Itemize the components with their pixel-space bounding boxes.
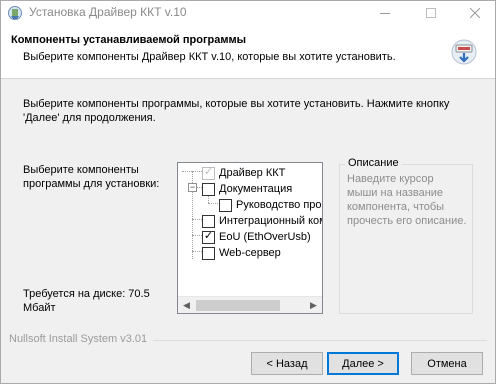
tree-item-label: Руководство програ [236,199,322,211]
close-icon [470,8,480,18]
minimize-icon [380,12,390,14]
page-subtitle: Выберите компоненты Драйвер ККТ v.10, ко… [23,51,396,63]
description-group-title: Описание [345,157,402,169]
header-banner: Компоненты устанавливаемой программы Выб… [1,25,495,79]
nsis-branding-text: Nullsoft Install System v3.01 [9,333,148,345]
tree-item-documentation[interactable]: Документация [202,181,292,197]
installer-app-icon [8,6,22,20]
tree-item-label: Web-сервер [219,247,281,259]
select-components-label: Выберите компоненты программы для устано… [23,164,160,190]
tree-collapse-toggle[interactable]: − [188,183,197,192]
checkbox-checked[interactable]: ✓ [202,230,215,244]
disk-space-label: Требуется на диске: 70.5 Мбайт [23,288,150,314]
checkmark-icon: ✓ [203,230,214,242]
checkbox-unchecked[interactable] [202,246,215,260]
tree-connector [192,251,202,252]
tree-item-webserver[interactable]: Web-сервер [202,245,281,261]
footer-divider [153,340,487,341]
tree-item-driver[interactable]: ✓ Драйвер ККТ [202,165,285,181]
horizontal-scrollbar[interactable]: ◀ ▶ [178,296,322,313]
back-button[interactable]: < Назад [251,352,323,375]
tree-item-eou[interactable]: ✓ EoU (EthOverUsb) [202,229,311,245]
close-button[interactable] [457,1,493,25]
tree-connector [192,235,202,236]
maximize-icon [426,8,436,18]
component-description-text: Наведите курсор мыши на название компоне… [347,173,467,227]
next-button[interactable]: Далее > [327,352,399,375]
scroll-left-arrow-icon[interactable]: ◀ [178,297,195,313]
tree-item-integration[interactable]: Интеграционный комп [202,213,323,229]
instructions-text: Выберите компоненты программы, которые в… [23,98,450,124]
scroll-right-arrow-icon[interactable]: ▶ [305,297,322,313]
tree-connector [182,171,192,172]
tree-item-label: Интеграционный комп [219,215,323,227]
tree-item-label: Документация [219,183,293,195]
checkbox-unchecked[interactable] [219,198,232,212]
tree-item-label: Драйвер ККТ [219,167,286,179]
tree-item-label: EoU (EthOverUsb) [219,231,311,243]
tree-connector [208,203,218,204]
title-bar: Установка Драйвер ККТ v.10 [1,1,495,25]
page-title: Компоненты устанавливаемой программы [11,34,247,46]
checkbox-unchecked[interactable] [202,214,215,228]
maximize-button[interactable] [413,1,449,25]
tree-connector [192,219,202,220]
checkbox-unchecked[interactable] [202,182,215,196]
installer-window: Установка Драйвер ККТ v.10 Компоненты ус… [0,0,496,384]
cancel-button[interactable]: Отмена [411,352,483,375]
checkmark-icon: ✓ [203,166,214,178]
minimize-button[interactable] [367,1,403,25]
tree-item-manual[interactable]: Руководство програ [219,197,322,213]
components-tree[interactable]: − ✓ Драйвер ККТ Документация Руководство… [177,162,323,314]
installer-package-icon [451,39,477,65]
window-title: Установка Драйвер ККТ v.10 [29,5,187,19]
checkbox-checked-disabled: ✓ [202,166,215,180]
scrollbar-thumb[interactable] [196,300,280,311]
tree-connector [192,171,202,172]
